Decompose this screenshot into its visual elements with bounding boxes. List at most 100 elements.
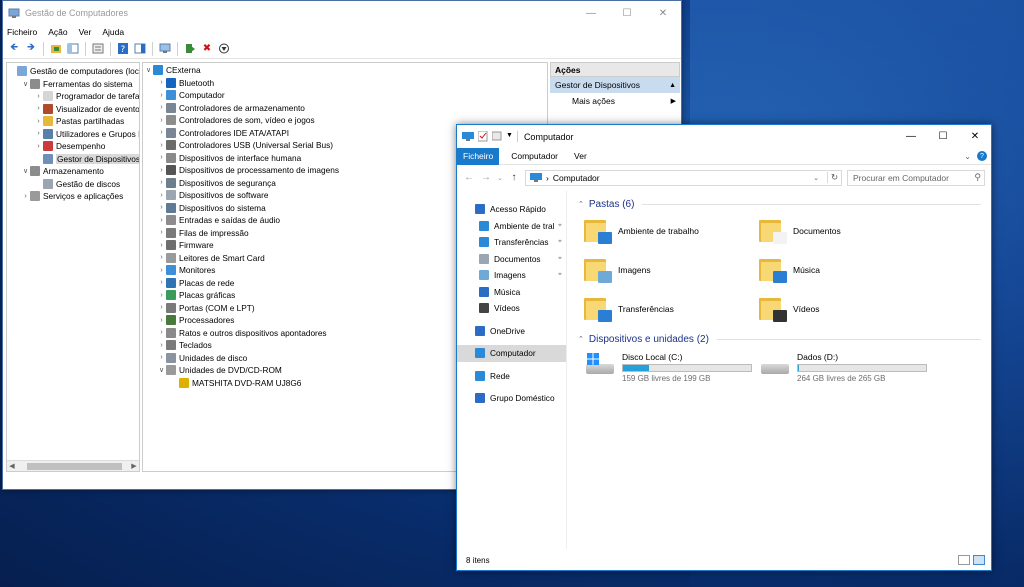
- properties-check-icon[interactable]: [478, 131, 488, 142]
- tree-item[interactable]: Gestor de Dispositivos: [7, 153, 139, 166]
- collapsed-arrow-icon[interactable]: ›: [34, 93, 43, 100]
- collapsed-arrow-icon[interactable]: ›: [157, 304, 166, 311]
- explorer-title-bar[interactable]: ▼ Computador — ☐ ✕: [457, 125, 991, 148]
- tree-item[interactable]: › Visualizador de eventos: [7, 103, 139, 116]
- collapsed-arrow-icon[interactable]: ›: [21, 193, 30, 200]
- tree-item[interactable]: › Computador: [143, 89, 547, 102]
- tree-item[interactable]: Gestão de discos: [7, 178, 139, 191]
- collapsed-arrow-icon[interactable]: ›: [157, 142, 166, 149]
- collapsed-arrow-icon[interactable]: ›: [157, 117, 166, 124]
- nav-item[interactable]: Imagens ⌖: [457, 267, 566, 284]
- collapsed-arrow-icon[interactable]: ›: [157, 342, 166, 349]
- tree-item[interactable]: › Desempenho: [7, 140, 139, 153]
- folder-item[interactable]: Ambiente de trabalho: [584, 213, 759, 248]
- actions-device-manager[interactable]: Gestor de Dispositivos ▲: [550, 77, 680, 93]
- collapsed-arrow-icon[interactable]: ›: [157, 204, 166, 211]
- explorer-close-button[interactable]: ✕: [959, 125, 991, 149]
- back-arrow-icon[interactable]: 🡸: [7, 42, 21, 56]
- forward-arrow-icon[interactable]: →: [480, 172, 492, 183]
- collapsed-arrow-icon[interactable]: ›: [157, 92, 166, 99]
- folder-item[interactable]: Transferências: [584, 291, 759, 326]
- close-button[interactable]: ✕: [645, 1, 681, 25]
- nav-item[interactable]: Vídeos: [457, 300, 566, 317]
- recent-dropdown-icon[interactable]: ⌄: [497, 174, 503, 182]
- scrollbar-thumb[interactable]: [27, 462, 122, 470]
- back-arrow-icon[interactable]: ←: [463, 172, 475, 183]
- expand-ribbon-icon[interactable]: ⌄: [964, 152, 971, 161]
- collapsed-arrow-icon[interactable]: ›: [157, 192, 166, 199]
- action-pane-icon[interactable]: [133, 42, 147, 56]
- collapsed-arrow-icon[interactable]: ›: [34, 105, 43, 112]
- ribbon-tab-computador[interactable]: Computador: [503, 151, 566, 161]
- collapsed-arrow-icon[interactable]: ›: [34, 118, 43, 125]
- nav-item[interactable]: Ambiente de tral ⌖: [457, 218, 566, 235]
- pin-icon[interactable]: ⌖: [558, 271, 562, 279]
- folder-item[interactable]: Vídeos: [759, 291, 934, 326]
- pin-icon[interactable]: ⌖: [558, 238, 562, 246]
- tree-item[interactable]: ∨ Armazenamento: [7, 165, 139, 178]
- explorer-maximize-button[interactable]: ☐: [927, 125, 959, 149]
- explorer-minimize-button[interactable]: —: [895, 125, 927, 149]
- properties-icon[interactable]: [91, 42, 105, 56]
- tree-item[interactable]: › Programador de tarefas: [7, 90, 139, 103]
- help-icon[interactable]: ?: [116, 42, 130, 56]
- nav-item[interactable]: Música: [457, 284, 566, 301]
- drives-group-header[interactable]: ⌃ Dispositivos e unidades (2): [578, 330, 991, 348]
- tree-item[interactable]: ∨ Ferramentas do sistema: [7, 78, 139, 91]
- scroll-right-icon[interactable]: ▶: [129, 462, 139, 470]
- tree-item[interactable]: Gestão de computadores (loca: [7, 65, 139, 78]
- menu-ficheiro[interactable]: Ficheiro: [7, 27, 37, 37]
- details-view-icon[interactable]: [958, 555, 970, 565]
- collapse-chevron-icon[interactable]: ⌃: [578, 200, 584, 208]
- nav-item[interactable]: OneDrive: [457, 323, 566, 340]
- search-input[interactable]: Procurar em Computador ⚲: [847, 169, 985, 186]
- update-driver-icon[interactable]: [183, 42, 197, 56]
- nav-item[interactable]: Documentos ⌖: [457, 251, 566, 268]
- maximize-button[interactable]: ☐: [609, 1, 645, 25]
- tree-item[interactable]: › Pastas partilhadas: [7, 115, 139, 128]
- pin-icon[interactable]: ⌖: [558, 255, 562, 263]
- collapsed-arrow-icon[interactable]: ›: [157, 154, 166, 161]
- breadcrumb[interactable]: Computador: [553, 173, 600, 183]
- expanded-arrow-icon[interactable]: ∨: [21, 80, 30, 88]
- collapsed-arrow-icon[interactable]: ›: [157, 317, 166, 324]
- scroll-left-icon[interactable]: ◀: [7, 462, 17, 470]
- collapsed-arrow-icon[interactable]: ›: [157, 329, 166, 336]
- nav-item[interactable]: Rede: [457, 368, 566, 385]
- folders-group-header[interactable]: ⌃ Pastas (6): [578, 195, 991, 213]
- scan-hardware-icon[interactable]: [158, 42, 172, 56]
- help-icon[interactable]: ?: [977, 151, 987, 161]
- menu-acao[interactable]: Ação: [48, 27, 67, 37]
- collapse-up-icon[interactable]: ▲: [669, 82, 676, 89]
- nav-item[interactable]: Transferências ⌖: [457, 234, 566, 251]
- tree-item[interactable]: ∨ CExterna: [143, 64, 547, 77]
- collapsed-arrow-icon[interactable]: ›: [34, 143, 43, 150]
- customize-qa-icon[interactable]: ▼: [506, 132, 513, 142]
- ribbon-tab-ver[interactable]: Ver: [566, 151, 595, 161]
- collapsed-arrow-icon[interactable]: ›: [157, 179, 166, 186]
- nav-item[interactable]: Computador: [457, 345, 566, 362]
- collapsed-arrow-icon[interactable]: ›: [157, 279, 166, 286]
- tree-item[interactable]: › Serviços e aplicações: [7, 190, 139, 203]
- new-folder-icon[interactable]: [492, 131, 502, 142]
- collapsed-arrow-icon[interactable]: ›: [157, 79, 166, 86]
- expanded-arrow-icon[interactable]: ∨: [144, 66, 153, 74]
- more-actions[interactable]: Mais ações ▶: [550, 93, 680, 109]
- nav-item[interactable]: Acesso Rápido: [457, 201, 566, 218]
- folder-item[interactable]: Documentos: [759, 213, 934, 248]
- large-icons-view-icon[interactable]: [973, 555, 985, 565]
- folder-item[interactable]: Imagens: [584, 252, 759, 287]
- drive-item[interactable]: Disco Local (C:) 159 GB livres de 199 GB: [584, 352, 759, 384]
- collapsed-arrow-icon[interactable]: ›: [157, 217, 166, 224]
- horizontal-scrollbar[interactable]: ◀ ▶: [7, 460, 139, 471]
- disable-device-icon[interactable]: [217, 42, 231, 56]
- collapsed-arrow-icon[interactable]: ›: [157, 292, 166, 299]
- nav-item[interactable]: Grupo Doméstico: [457, 390, 566, 407]
- collapsed-arrow-icon[interactable]: ›: [157, 267, 166, 274]
- minimize-button[interactable]: —: [573, 1, 609, 25]
- expanded-arrow-icon[interactable]: ∨: [157, 366, 166, 374]
- address-bar[interactable]: › Computador ⌄ ↻: [525, 169, 842, 186]
- folder-item[interactable]: Música: [759, 252, 934, 287]
- refresh-icon[interactable]: ↻: [827, 172, 841, 183]
- collapsed-arrow-icon[interactable]: ›: [157, 104, 166, 111]
